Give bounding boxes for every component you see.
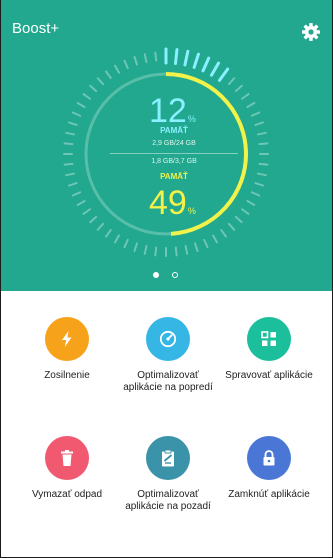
gauge-tick <box>67 182 78 187</box>
gauge-tick <box>143 53 148 64</box>
page-dot-inactive[interactable] <box>172 272 178 278</box>
gauge-tick <box>212 234 218 244</box>
gauge-tick <box>246 200 256 206</box>
gauge-tick <box>234 84 243 93</box>
gauge-tick <box>241 208 250 215</box>
gauge-tick <box>89 84 98 93</box>
gauge-tick <box>67 121 78 126</box>
gauge-tick <box>123 238 129 249</box>
tile-label-manage-apps: Spravovať aplikácie <box>225 370 313 381</box>
gauge-tick <box>96 77 105 86</box>
gauge-tick <box>82 93 91 100</box>
gauge-tick <box>246 102 256 108</box>
gauge-tick <box>220 229 227 238</box>
lock-icon <box>263 450 275 466</box>
memory-tick-active <box>217 67 230 82</box>
clipboard-icon <box>162 449 174 467</box>
gauge-tick <box>254 182 265 187</box>
lightning-icon <box>62 331 72 347</box>
gauge-tick <box>234 215 243 224</box>
gauge-tick <box>256 172 267 177</box>
gauge-tick <box>63 162 74 166</box>
gauge-tick <box>76 200 86 206</box>
clear-junk-circle <box>45 436 89 480</box>
gauge-tick <box>133 242 138 253</box>
tile-optimize-background[interactable]: Optimalizovať aplikácie na pozadí <box>118 436 218 513</box>
gauge-tick <box>123 59 129 70</box>
gauge-tick <box>71 111 82 117</box>
optimize-foreground-circle <box>146 317 190 361</box>
gauge-tick <box>250 111 261 117</box>
gauge-tick <box>254 121 265 126</box>
gauge-tick <box>114 234 120 244</box>
storage-detail: 1,8 GB/3,7 GB <box>151 158 197 165</box>
gauge-tick <box>174 246 178 257</box>
tile-label-boost: Zosilnenie <box>44 370 90 381</box>
boost-hero-panel[interactable]: Boost+ 12% PAMÄŤ 2,9 GB/24 GB 1,8 GB/3,7… <box>1 0 332 291</box>
tile-label-lock-apps: Zamknúť aplikácie <box>228 489 310 500</box>
grid-apps-icon <box>261 331 276 346</box>
gauge-tick <box>184 244 189 255</box>
gauge-tick <box>65 131 76 136</box>
page-dot-active[interactable] <box>153 272 159 278</box>
gauge-tick <box>227 77 236 86</box>
storage-percent-readout: 49% <box>149 184 229 223</box>
gauge-tick <box>256 131 267 136</box>
gauge-tick <box>71 191 82 197</box>
tile-optimize-foreground[interactable]: Optimalizovať aplikácie na popredí <box>118 317 218 394</box>
gauge-tick <box>65 172 76 177</box>
gauge-tick <box>114 64 120 74</box>
lock-apps-circle <box>247 436 291 480</box>
memory-detail: 2,9 GB/24 GB <box>152 140 196 147</box>
gauge-tick <box>227 222 236 231</box>
storage-percent-unit: % <box>187 206 196 216</box>
tile-clear-junk[interactable]: Vymazať odpad <box>17 436 117 501</box>
gauge-divider <box>110 153 238 154</box>
trash-icon <box>61 450 73 466</box>
gauge-tick <box>96 222 105 231</box>
manage-apps-circle <box>247 317 291 361</box>
tile-label-optimize-foreground: Optimalizovať aplikácie na popredí <box>123 370 213 393</box>
gauge-tick <box>143 244 148 255</box>
optimize-background-circle <box>146 436 190 480</box>
gauge-tick <box>194 242 199 253</box>
gauge-tick <box>105 229 112 238</box>
gauge-tick <box>63 142 74 146</box>
tile-label-clear-junk: Vymazať odpad <box>31 489 103 500</box>
gauge-tick <box>154 246 158 257</box>
memory-label: PAMÄŤ <box>160 126 188 135</box>
tile-boost[interactable]: Zosilnenie <box>17 317 117 382</box>
memory-tick-active <box>201 56 211 73</box>
tile-lock-apps[interactable]: Zamknúť aplikácie <box>219 436 319 501</box>
gauge-tick <box>89 215 98 224</box>
memory-tick-active <box>210 61 220 77</box>
gauge-tick <box>133 55 138 66</box>
tile-manage-apps[interactable]: Spravovať aplikácie <box>219 317 319 382</box>
memory-percent-value: 12 <box>149 92 187 130</box>
storage-label: PAMÄŤ <box>160 172 188 181</box>
tile-label-optimize-background: Optimalizovať aplikácie na pozadí <box>125 489 211 512</box>
gauge-tick <box>82 208 91 215</box>
gauge-tick <box>258 142 269 146</box>
storage-percent-value: 49 <box>149 184 187 222</box>
speedometer-icon <box>159 330 177 348</box>
gauge-tick <box>76 102 86 108</box>
gauge-tick <box>241 93 250 100</box>
gauge-tick <box>258 162 269 166</box>
memory-percent-unit: % <box>187 114 196 124</box>
gauge-tick <box>250 191 261 197</box>
memory-tick-active <box>174 48 179 65</box>
gauge-tick <box>154 51 158 62</box>
gauge-tick <box>203 238 209 249</box>
boost-circle <box>45 317 89 361</box>
memory-tick-active <box>192 52 200 69</box>
gauge-tick <box>105 70 112 79</box>
memory-tick-active <box>183 49 190 67</box>
